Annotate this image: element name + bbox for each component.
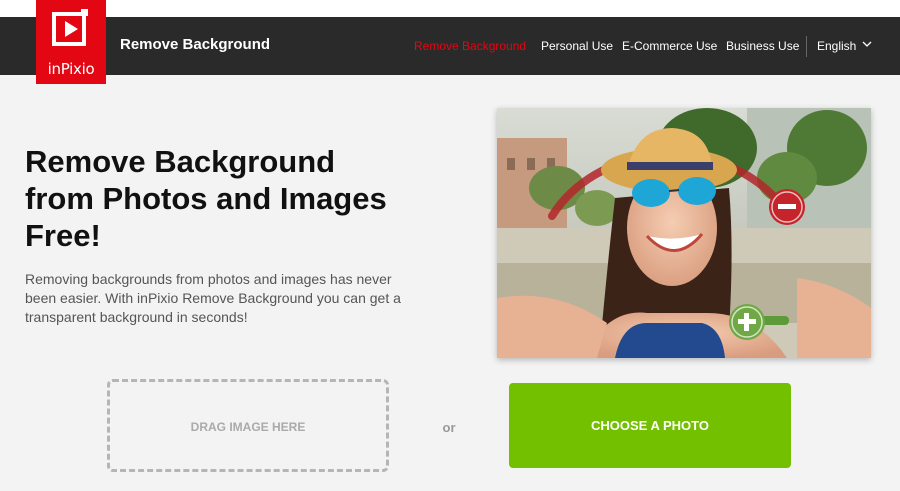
or-separator: or xyxy=(442,420,456,435)
nav-personal-use[interactable]: Personal Use xyxy=(541,39,613,53)
headline-line: from Photos and Images xyxy=(25,181,387,216)
intro-text: Removing backgrounds from photos and ima… xyxy=(25,271,401,325)
hero-image xyxy=(497,108,871,358)
plus-icon[interactable] xyxy=(729,304,765,340)
logo-text: inPixio xyxy=(47,60,95,78)
logo[interactable]: inPixio xyxy=(36,0,106,84)
language-selector[interactable]: English xyxy=(817,39,856,53)
choose-photo-label: CHOOSE A PHOTO xyxy=(591,418,709,433)
nav-remove-background[interactable]: Remove Background xyxy=(414,39,526,53)
play-icon xyxy=(52,9,88,46)
headline-line: Remove Background xyxy=(25,144,336,179)
page-title: Remove Background from Photos and Images… xyxy=(25,143,445,254)
nav-business-use[interactable]: Business Use xyxy=(726,39,799,53)
nav-ecommerce-use[interactable]: E-Commerce Use xyxy=(622,39,717,53)
top-strip xyxy=(0,0,900,17)
minus-icon[interactable] xyxy=(769,189,805,225)
headline-line: Free! xyxy=(25,218,101,253)
choose-photo-button[interactable]: CHOOSE A PHOTO xyxy=(509,383,791,468)
dropzone-label: DRAG IMAGE HERE xyxy=(190,420,306,434)
drag-image-dropzone[interactable]: DRAG IMAGE HERE xyxy=(107,379,389,472)
site-title[interactable]: Remove Background xyxy=(120,36,270,53)
nav-divider xyxy=(806,36,807,57)
chevron-down-icon[interactable] xyxy=(862,39,872,49)
